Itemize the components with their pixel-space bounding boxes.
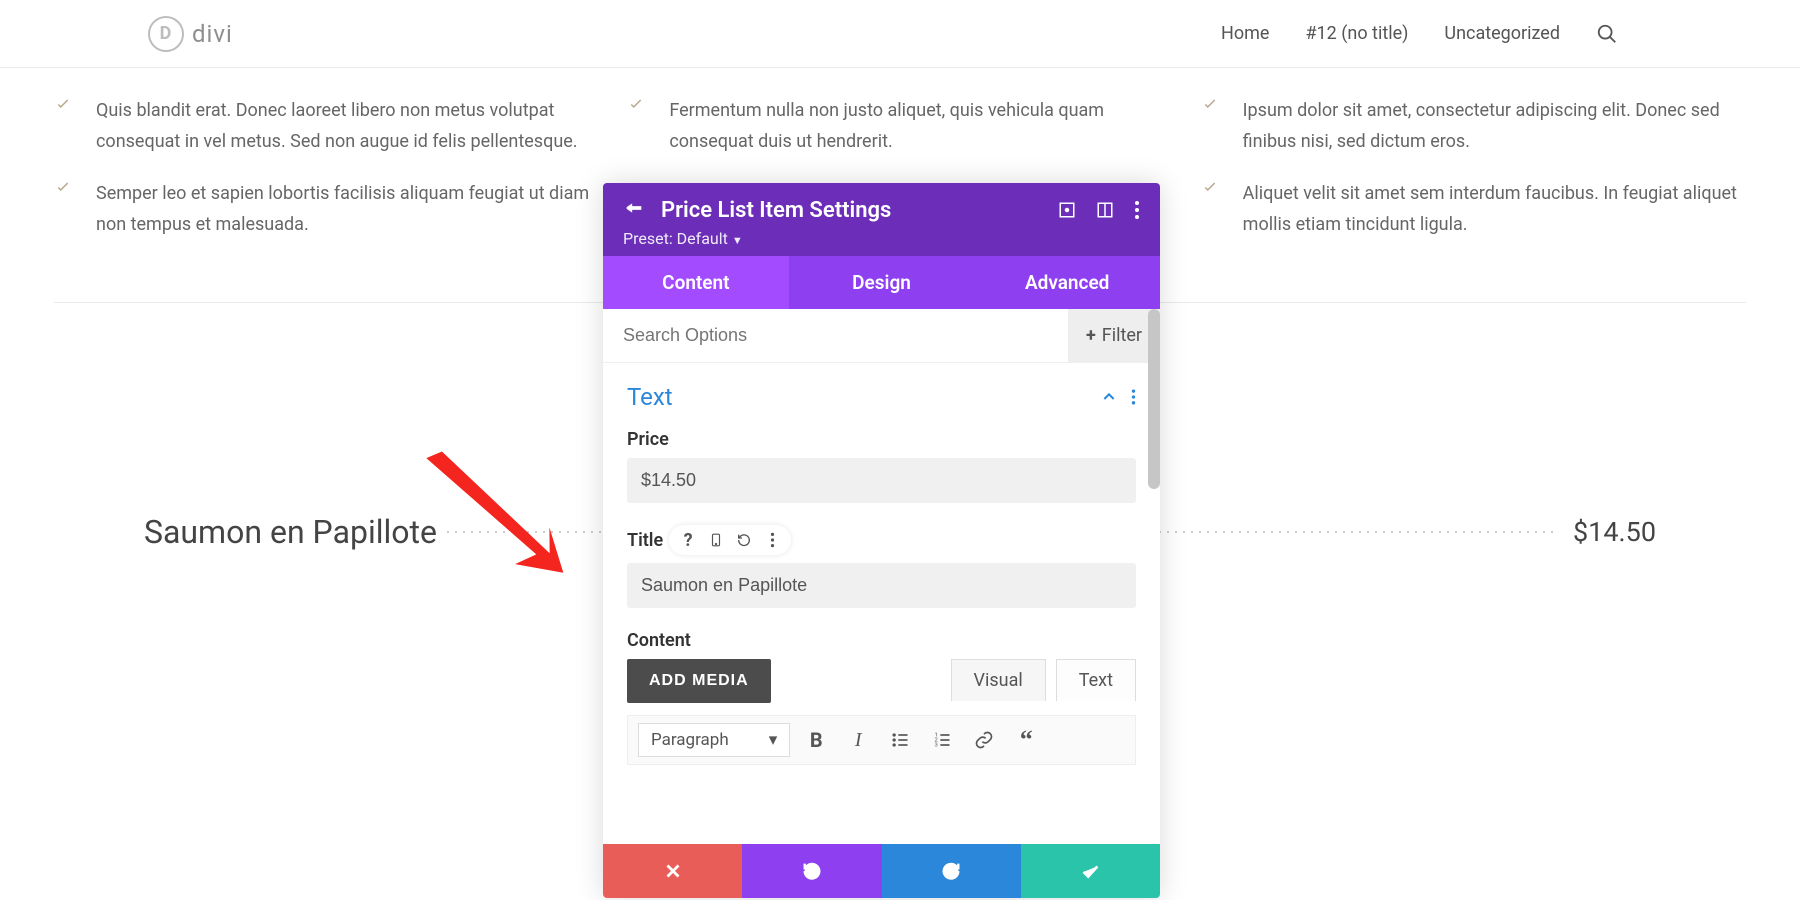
price-label: Price bbox=[627, 429, 1136, 450]
editor-tab-text[interactable]: Text bbox=[1056, 659, 1136, 701]
editor-tab-visual[interactable]: Visual bbox=[951, 659, 1046, 701]
back-icon[interactable] bbox=[623, 197, 645, 223]
menu-item-price: $14.50 bbox=[1553, 516, 1746, 548]
feature-text: Quis blandit erat. Donec laoreet libero … bbox=[96, 96, 599, 157]
brand-logo-icon: D bbox=[148, 16, 184, 52]
paragraph-select[interactable]: Paragraph▾ bbox=[638, 723, 790, 757]
check-icon bbox=[1201, 96, 1219, 118]
nav-item-12[interactable]: #12 (no title) bbox=[1305, 23, 1408, 44]
content-label: Content bbox=[627, 630, 1136, 651]
collapse-icon[interactable] bbox=[1101, 389, 1117, 405]
check-icon bbox=[1201, 179, 1219, 201]
expand-icon[interactable] bbox=[1058, 201, 1076, 219]
cancel-button[interactable] bbox=[603, 844, 742, 898]
nav-uncategorized[interactable]: Uncategorized bbox=[1444, 23, 1560, 44]
quote-icon[interactable]: “ bbox=[1010, 724, 1042, 756]
modal-title: Price List Item Settings bbox=[661, 198, 1042, 223]
numbered-list-icon[interactable]: 123 bbox=[926, 724, 958, 756]
feature-text: Semper leo et sapien lobortis facilisis … bbox=[96, 179, 599, 240]
snap-icon[interactable] bbox=[1096, 201, 1114, 219]
feature-text: Fermentum nulla non justo aliquet, quis … bbox=[669, 96, 1172, 157]
search-options-input[interactable] bbox=[603, 309, 1068, 362]
link-icon[interactable] bbox=[968, 724, 1000, 756]
feature-text: Ipsum dolor sit amet, consectetur adipis… bbox=[1243, 96, 1746, 157]
brand[interactable]: D divi bbox=[148, 16, 233, 52]
tab-advanced[interactable]: Advanced bbox=[974, 256, 1160, 309]
annotation-arrow-icon bbox=[395, 430, 595, 599]
scrollbar[interactable] bbox=[1148, 309, 1160, 489]
feature-text: Aliquet velit sit amet sem interdum fauc… bbox=[1243, 179, 1746, 240]
svg-text:3: 3 bbox=[935, 743, 938, 749]
title-input[interactable] bbox=[627, 563, 1136, 608]
check-icon bbox=[627, 96, 645, 118]
preset-selector[interactable]: Preset: Default▼ bbox=[623, 229, 1140, 248]
help-icon[interactable]: ? bbox=[675, 527, 701, 553]
undo-button[interactable] bbox=[742, 844, 881, 898]
price-input[interactable] bbox=[627, 458, 1136, 503]
responsive-icon[interactable] bbox=[703, 527, 729, 553]
italic-icon[interactable]: I bbox=[842, 724, 874, 756]
brand-name: divi bbox=[192, 20, 233, 48]
section-more-icon[interactable] bbox=[1131, 388, 1136, 406]
bold-icon[interactable]: B bbox=[800, 724, 832, 756]
main-nav: Home #12 (no title) Uncategorized bbox=[1221, 23, 1618, 45]
add-media-button[interactable]: ADD MEDIA bbox=[627, 659, 771, 703]
tab-design[interactable]: Design bbox=[789, 256, 975, 309]
tab-content[interactable]: Content bbox=[603, 256, 789, 309]
section-text-title[interactable]: Text bbox=[627, 383, 673, 411]
more-icon[interactable] bbox=[1134, 200, 1140, 220]
check-icon bbox=[54, 96, 72, 118]
check-icon bbox=[54, 179, 72, 201]
bullet-list-icon[interactable] bbox=[884, 724, 916, 756]
nav-home[interactable]: Home bbox=[1221, 23, 1269, 44]
title-label: Title bbox=[627, 530, 663, 551]
save-button[interactable] bbox=[1021, 844, 1160, 898]
field-more-icon[interactable] bbox=[759, 527, 785, 553]
search-icon[interactable] bbox=[1596, 23, 1618, 45]
reset-icon[interactable] bbox=[731, 527, 757, 553]
menu-item-name: Saumon en Papillote bbox=[54, 513, 447, 551]
settings-modal: Price List Item Settings Preset: Default… bbox=[603, 183, 1160, 898]
filter-button[interactable]: +Filter bbox=[1068, 309, 1160, 362]
redo-button[interactable] bbox=[882, 844, 1021, 898]
